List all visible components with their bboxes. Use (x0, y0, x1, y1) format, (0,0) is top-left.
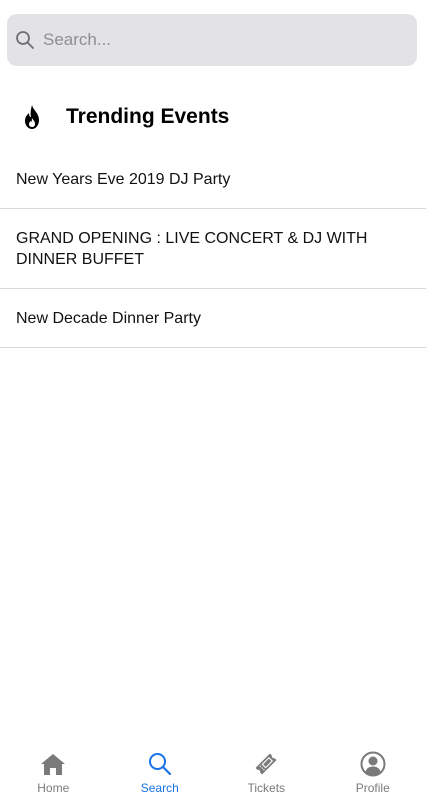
search-icon (147, 751, 173, 777)
tab-tickets[interactable]: Tickets (213, 744, 320, 800)
tab-label: Tickets (247, 781, 286, 795)
tab-label: Profile (355, 781, 390, 795)
trending-header: Trending Events (18, 100, 229, 134)
search-icon (15, 30, 35, 50)
event-item[interactable]: GRAND OPENING : LIVE CONCERT & DJ WITH D… (0, 209, 426, 289)
fire-icon (18, 103, 46, 131)
bottom-tab-bar: Home Search Tickets Profile (0, 744, 426, 800)
profile-icon (360, 751, 386, 777)
tab-label: Home (37, 781, 70, 795)
tab-search[interactable]: Search (107, 744, 214, 800)
tab-profile[interactable]: Profile (320, 744, 426, 800)
tab-home[interactable]: Home (0, 744, 107, 800)
ticket-icon (253, 751, 279, 777)
event-item[interactable]: New Decade Dinner Party (0, 289, 426, 348)
event-item[interactable]: New Years Eve 2019 DJ Party (0, 150, 426, 209)
home-icon (40, 751, 66, 777)
tab-label: Search (140, 781, 179, 795)
event-list: New Years Eve 2019 DJ Party GRAND OPENIN… (0, 150, 426, 348)
search-input[interactable] (43, 25, 383, 55)
section-title: Trending Events (66, 105, 230, 128)
search-bar[interactable] (7, 14, 417, 66)
